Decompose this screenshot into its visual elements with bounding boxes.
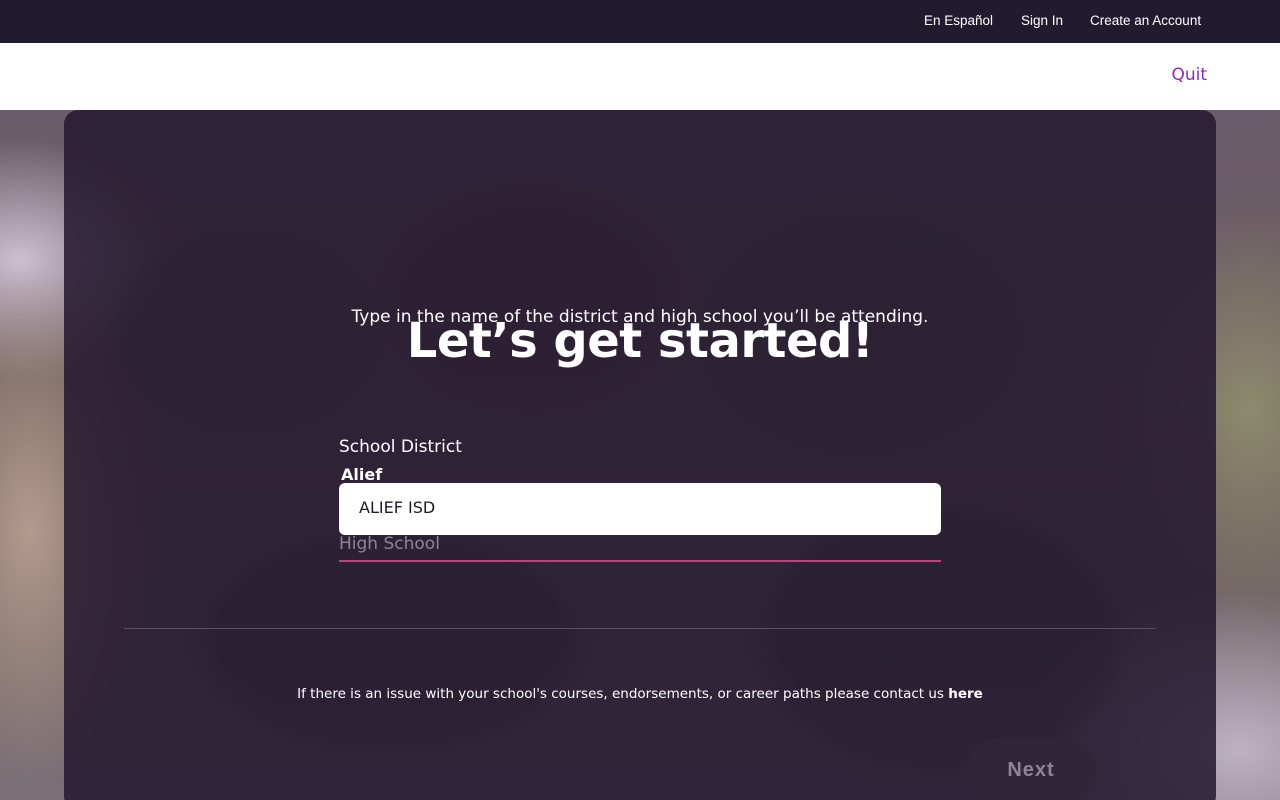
create-account-link[interactable]: Create an Account [1090, 13, 1201, 28]
section-divider [124, 628, 1156, 629]
site-header: Quit [0, 43, 1280, 110]
onboarding-card: Let’s get started! Type in the name of t… [64, 110, 1216, 800]
next-button[interactable]: Next [966, 739, 1096, 800]
school-district-value[interactable]: Alief [341, 465, 382, 484]
contact-here-link[interactable]: here [948, 686, 983, 702]
sign-in-link[interactable]: Sign In [1021, 13, 1063, 28]
school-district-label: School District [339, 437, 462, 457]
quit-link[interactable]: Quit [1171, 65, 1207, 85]
district-suggestion-option[interactable]: ALIEF ISD [339, 483, 941, 535]
page-subtitle: Type in the name of the district and hig… [351, 307, 929, 327]
contact-notice-text: If there is an issue with your school's … [297, 686, 949, 702]
spanish-language-link[interactable]: En Español [924, 13, 993, 28]
top-utility-bar: En Español Sign In Create an Account [0, 0, 1280, 43]
contact-notice: If there is an issue with your school's … [64, 686, 1216, 702]
